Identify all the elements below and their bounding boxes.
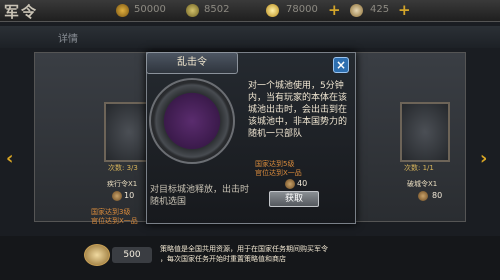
item-hint: 对目标城池释放，出击时随机选国 — [150, 185, 250, 207]
dialog-requirement-1: 国家达到5级 — [255, 160, 295, 168]
resource-value-1: 50000 — [134, 4, 166, 15]
add-currency-button[interactable]: + — [398, 1, 411, 19]
page-title: 军令 — [4, 3, 39, 21]
left-item-requirement-2: 官位达到X一品 — [91, 217, 138, 225]
strategy-currency-value: 500 — [112, 247, 152, 263]
get-button[interactable]: 获取 — [269, 191, 319, 207]
left-item-cost-icon — [112, 191, 122, 201]
left-item-requirement-1: 国家达到3级 — [91, 208, 131, 216]
right-item-cost-icon — [418, 191, 428, 201]
right-item-name: 破城令X1 — [407, 180, 438, 188]
resource-value-2: 8502 — [204, 4, 230, 15]
wood-icon — [350, 4, 363, 17]
footer-info: 策略值是全国共用资源，用于在国家任务期间购买军令 ，每次国家任务开始时重置策略值… — [160, 244, 480, 264]
dialog-cost-icon — [285, 179, 295, 189]
dialog-requirement-2: 官位达到X一品 — [255, 169, 302, 177]
left-item-name: 疾行令X1 — [107, 180, 138, 188]
right-arrow-icon[interactable]: › — [480, 148, 487, 169]
left-item-count: 次数: 3/3 — [108, 164, 138, 172]
resource-value-4: 425 — [370, 4, 390, 15]
top-bar — [0, 0, 500, 22]
right-item-cost: 80 — [432, 191, 443, 200]
right-item-card[interactable] — [400, 102, 450, 162]
right-item-count: 次数: 1/1 — [404, 164, 434, 172]
item-medal — [149, 78, 235, 164]
add-resource-button[interactable]: + — [328, 1, 341, 19]
item-description: 对一个城池使用，5分钟内，当有玩家的本体在该城池出击时，会出击到在该城池中，非本… — [248, 81, 348, 139]
dialog-title: 乱击令 — [146, 52, 238, 74]
footer-info-line-2: ，每次国家任务开始时重置策略值和商店 — [160, 255, 286, 263]
food-icon — [186, 4, 199, 17]
dialog-cost: 40 — [297, 179, 308, 188]
left-arrow-icon[interactable]: ‹ — [6, 148, 13, 169]
strategy-currency-icon — [84, 244, 110, 266]
resource-value-3: 78000 — [286, 4, 318, 15]
left-item-cost: 10 — [124, 191, 135, 200]
copper-coin-icon — [116, 4, 129, 17]
footer-info-line-1: 策略值是全国共用资源，用于在国家任务期间购买军令 — [160, 245, 328, 253]
tab-details[interactable]: 详情 — [58, 30, 78, 45]
close-button[interactable]: × — [333, 57, 349, 73]
gold-ingot-icon — [266, 4, 279, 17]
